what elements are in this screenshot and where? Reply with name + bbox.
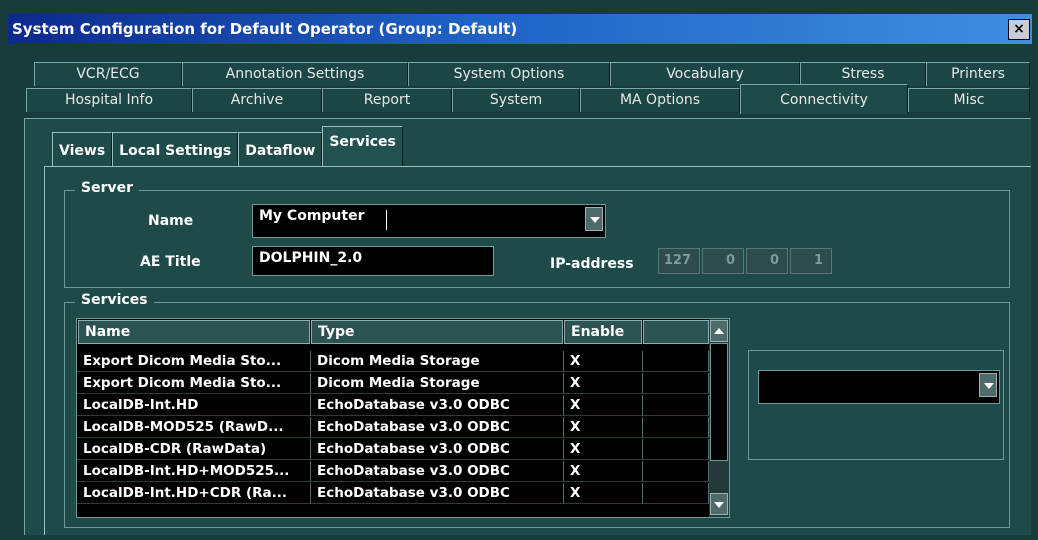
tab-services[interactable]: Services (322, 126, 403, 166)
cell-name: LocalDB-CDR (RawData) (77, 439, 311, 460)
ip-octet-1[interactable]: 127 (658, 248, 700, 274)
cell-extra (643, 373, 709, 394)
tab-local-settings[interactable]: Local Settings (112, 132, 239, 166)
cell-extra (643, 395, 709, 416)
cell-type: EchoDatabase v3.0 ODBC (311, 439, 564, 460)
cell-type: EchoDatabase v3.0 ODBC (311, 395, 564, 416)
column-header-type[interactable]: Type (311, 320, 563, 344)
ip-octet-3[interactable]: 0 (746, 248, 788, 274)
column-header-enable[interactable]: Enable (564, 320, 642, 344)
tab-system-options[interactable]: System Options (408, 62, 610, 86)
service-detail-frame (748, 350, 1004, 460)
table-scrollbar[interactable] (709, 319, 729, 517)
tab-connectivity[interactable]: Connectivity (740, 84, 908, 114)
cell-enable: X (564, 373, 643, 394)
text-cursor (386, 210, 387, 230)
tab-stress[interactable]: Stress (800, 62, 926, 86)
cell-enable: X (564, 439, 643, 460)
server-name-value: My Computer (259, 208, 365, 224)
cell-enable: X (564, 417, 643, 438)
close-button[interactable]: × (1008, 19, 1030, 40)
ip-address-label: IP-address (550, 256, 634, 272)
cell-extra (643, 483, 709, 504)
ae-title-label: AE Title (140, 254, 201, 270)
tab-row-1: VCR/ECG Annotation Settings System Optio… (34, 62, 1030, 86)
cell-type: Dicom Media Storage (311, 351, 564, 372)
cell-name: Export Dicom Media Sto... (77, 373, 311, 394)
tab-printers[interactable]: Printers (926, 62, 1030, 86)
column-header-empty (643, 320, 709, 344)
cell-type: EchoDatabase v3.0 ODBC (311, 417, 564, 438)
tab-misc[interactable]: Misc (908, 88, 1030, 112)
table-row[interactable]: Export Dicom Media Sto... Dicom Media St… (77, 373, 709, 394)
cell-name: LocalDB-Int.HD+CDR (Ra... (77, 483, 311, 504)
services-group-title: Services (75, 292, 154, 308)
tab-system[interactable]: System (452, 88, 580, 112)
cell-enable: X (564, 395, 643, 416)
cell-name: LocalDB-Int.HD+MOD525... (77, 461, 311, 482)
tab-views[interactable]: Views (52, 132, 113, 166)
ip-octet-2[interactable]: 0 (702, 248, 744, 274)
table-row[interactable]: Export Dicom Media Sto... Dicom Media St… (77, 351, 709, 372)
cell-extra (643, 417, 709, 438)
cell-name: LocalDB-MOD525 (RawD... (77, 417, 311, 438)
tab-hospital-info[interactable]: Hospital Info (26, 88, 192, 112)
cell-extra (643, 461, 709, 482)
cell-enable: X (564, 483, 643, 504)
ae-title-value: DOLPHIN_2.0 (259, 250, 363, 266)
tab-ma-options[interactable]: MA Options (580, 88, 740, 112)
tab-annotation-settings[interactable]: Annotation Settings (182, 62, 408, 86)
ae-title-field[interactable]: DOLPHIN_2.0 (252, 246, 494, 276)
tab-archive[interactable]: Archive (192, 88, 322, 112)
scroll-down-icon[interactable] (710, 493, 728, 515)
tab-row-2: Hospital Info Archive Report System MA O… (26, 84, 1030, 114)
cell-type: EchoDatabase v3.0 ODBC (311, 483, 564, 504)
cell-type: EchoDatabase v3.0 ODBC (311, 461, 564, 482)
tab-report[interactable]: Report (322, 88, 452, 112)
title-bar: System Configuration for Default Operato… (8, 14, 1032, 44)
cell-extra (643, 351, 709, 372)
table-row[interactable]: LocalDB-Int.HD EchoDatabase v3.0 ODBC X (77, 395, 709, 416)
window-title: System Configuration for Default Operato… (12, 20, 518, 38)
scroll-up-icon[interactable] (710, 320, 728, 342)
table-row[interactable]: LocalDB-Int.HD+CDR (Ra... EchoDatabase v… (77, 483, 709, 504)
tab-dataflow[interactable]: Dataflow (238, 132, 323, 166)
inner-tab-row: Views Local Settings Dataflow Services (52, 126, 403, 166)
table-row[interactable]: LocalDB-MOD525 (RawD... EchoDatabase v3.… (77, 417, 709, 438)
table-row[interactable]: LocalDB-Int.HD+MOD525... EchoDatabase v3… (77, 461, 709, 482)
service-detail-combo[interactable] (758, 370, 1000, 404)
chevron-down-icon[interactable] (585, 207, 603, 231)
tab-vcr-ecg[interactable]: VCR/ECG (34, 62, 182, 86)
services-table: Name Type Enable Export Dicom Media Sto.… (76, 318, 730, 518)
table-row[interactable]: LocalDB-CDR (RawData) EchoDatabase v3.0 … (77, 439, 709, 460)
cell-name: Export Dicom Media Sto... (77, 351, 311, 372)
ip-octet-4[interactable]: 1 (790, 248, 832, 274)
chevron-down-icon[interactable] (979, 373, 997, 397)
cell-name: LocalDB-Int.HD (77, 395, 311, 416)
cell-extra (643, 439, 709, 460)
config-window: System Configuration for Default Operato… (0, 0, 1038, 540)
cell-enable: X (564, 351, 643, 372)
server-name-combo[interactable]: My Computer (252, 204, 606, 238)
tab-vocabulary[interactable]: Vocabulary (610, 62, 800, 86)
server-group-title: Server (75, 180, 140, 196)
name-label: Name (148, 213, 194, 229)
column-header-name[interactable]: Name (78, 320, 310, 344)
scroll-thumb[interactable] (710, 343, 728, 461)
cell-enable: X (564, 461, 643, 482)
cell-type: Dicom Media Storage (311, 373, 564, 394)
